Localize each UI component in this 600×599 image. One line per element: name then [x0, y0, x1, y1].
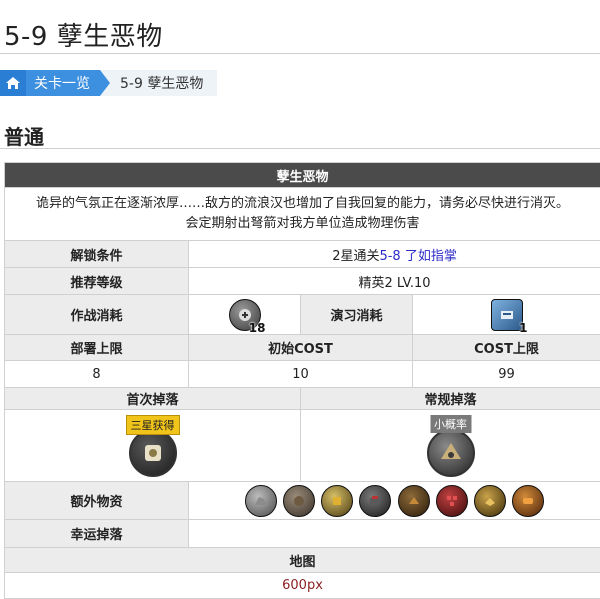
practice-cost-qty: 1: [519, 320, 528, 335]
sanity-icon[interactable]: 18: [228, 298, 266, 335]
extra-drop-label: 额外物资: [4, 481, 189, 520]
cost-limit-label: COST上限: [411, 334, 600, 361]
lucky-drop-label: 幸运掉落: [4, 519, 189, 548]
battle-cost-qty: 18: [248, 320, 266, 335]
title-divider: [0, 53, 600, 54]
first-drop-cell: 三星获得: [4, 409, 301, 482]
normal-drop-cell: 小概率: [299, 409, 600, 482]
ore-icon[interactable]: [245, 484, 278, 517]
normal-drop-item[interactable]: 小概率: [426, 414, 475, 477]
normal-drop-tag: 小概率: [430, 414, 472, 433]
unlock-label: 解锁条件: [4, 240, 189, 268]
practice-ticket-icon[interactable]: 1: [490, 298, 528, 335]
unlock-value: 2星通关5-8 了如指掌: [187, 240, 600, 268]
unlock-prefix: 2星通关: [332, 248, 380, 264]
polyketone-icon[interactable]: [397, 484, 430, 517]
cost-limit-value: 99: [411, 360, 600, 388]
home-icon[interactable]: [0, 70, 26, 96]
stage-description: 诡异的气氛正在逐渐浓厚……敌方的流浪汉也增加了自我回复的能力，请务必尽快进行消灭…: [3, 187, 600, 241]
first-drop-tag: 三星获得: [125, 414, 180, 435]
description-line-2: 会定期射出弩箭对我方单位造成物理伤害: [185, 216, 420, 231]
description-line-1: 诡异的气氛正在逐渐浓厚……敌方的流浪汉也增加了自我回复的能力，请务必尽快进行消灭…: [36, 196, 570, 211]
stage-name-header: 孽生恶物: [3, 162, 600, 188]
section-divider: [0, 148, 600, 149]
lucky-drop-cell: [187, 519, 600, 548]
deploy-limit-value: 8: [4, 360, 189, 388]
map-label: 地图: [3, 547, 600, 573]
alloy-icon[interactable]: [473, 484, 506, 517]
practice-cost-label: 演习消耗: [300, 294, 413, 335]
initial-cost-value: 10: [188, 360, 413, 388]
battle-cost-cell: 18: [188, 294, 301, 335]
map-placeholder: 600px: [3, 572, 600, 599]
furniture-icon: [144, 444, 161, 461]
deploy-limit-label: 部署上限: [4, 334, 189, 361]
initial-cost-label: 初始COST: [188, 334, 413, 361]
level-value: 精英2 LV.10: [187, 267, 600, 295]
battle-cost-label: 作战消耗: [4, 294, 189, 335]
level-label: 推荐等级: [4, 267, 189, 295]
device-icon[interactable]: [283, 484, 316, 517]
page-title: 5-9 孽生恶物: [4, 22, 163, 52]
unlock-stage-link[interactable]: 5-8 了如指掌: [379, 249, 456, 264]
first-drop-label: 首次掉落: [4, 387, 301, 410]
stage-info-table: 孽生恶物 诡异的气氛正在逐渐浓厚……敌方的流浪汉也增加了自我回复的能力，请务必尽…: [3, 162, 600, 599]
gel-icon[interactable]: [512, 484, 545, 517]
normal-drop-label: 常规掉落: [299, 387, 600, 410]
breadcrumb: 关卡一览 5-9 孽生恶物: [0, 70, 218, 96]
sugar-icon[interactable]: [359, 484, 392, 517]
difficulty-heading: 普通: [4, 125, 44, 149]
device-icon: [440, 442, 461, 459]
rock-icon[interactable]: [435, 484, 468, 517]
practice-cost-cell: 1: [411, 294, 600, 335]
extra-drop-cell: [187, 481, 600, 520]
ester-icon[interactable]: [321, 484, 354, 517]
breadcrumb-current: 5-9 孽生恶物: [100, 70, 218, 96]
breadcrumb-parent-link[interactable]: 关卡一览: [26, 70, 110, 96]
first-drop-item[interactable]: 三星获得: [125, 414, 180, 477]
